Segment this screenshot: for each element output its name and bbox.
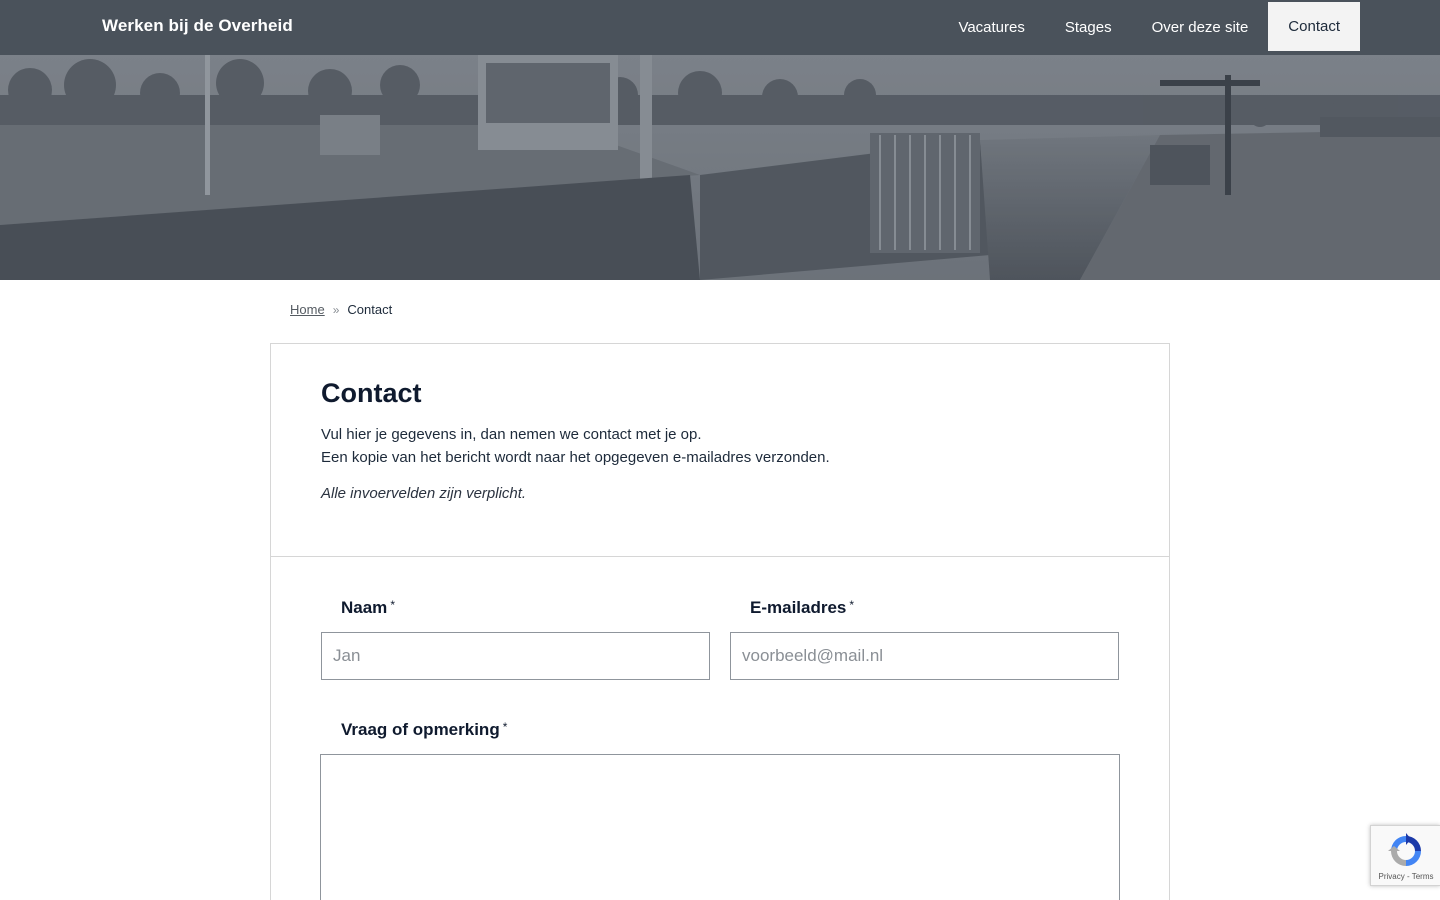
message-textarea[interactable] <box>320 754 1120 900</box>
recaptcha-separator: - <box>1404 872 1412 881</box>
contact-form: Naam* E-mailadres* Vraag of opmerking* <box>320 598 1121 900</box>
recaptcha-icon <box>1387 832 1425 875</box>
name-label-text: Naam <box>341 598 388 617</box>
name-label: Naam * <box>321 598 395 617</box>
intro-line-1: Vul hier je gegevens in, dan nemen we co… <box>321 426 702 443</box>
recaptcha-terms-link[interactable]: Terms <box>1412 872 1434 881</box>
form-row-name-email: Naam* E-mailadres* <box>321 598 1121 680</box>
breadcrumb-separator: » <box>332 302 340 317</box>
required-marker: * <box>502 720 508 734</box>
message-label-text: Vraag of opmerking <box>341 720 500 739</box>
email-input[interactable] <box>730 632 1119 680</box>
contact-card-header: Contact Vul hier je gegevens in, dan nem… <box>271 344 1169 557</box>
required-marker: * <box>390 598 395 612</box>
name-field-group: Naam * <box>321 598 710 680</box>
hero-canal-illustration <box>0 55 1440 280</box>
main-nav: Vacatures Stages Over deze site Contact <box>938 2 1360 55</box>
message-field-group: Vraag of opmerking * <box>320 720 1121 900</box>
email-label: E-mailadres * <box>730 598 854 617</box>
name-input[interactable] <box>321 632 710 680</box>
email-field-group: E-mailadres * <box>730 598 1119 680</box>
required-fields-note: Alle invoervelden zijn verplicht. <box>321 485 527 502</box>
recaptcha-privacy-link[interactable]: Privacy <box>1379 872 1405 881</box>
hero-image <box>0 55 1440 280</box>
intro-line-2: Een kopie van het bericht wordt naar het… <box>321 449 830 466</box>
message-label: Vraag of opmerking * <box>321 720 507 739</box>
page-title: Contact <box>321 378 422 408</box>
contact-card: Contact Vul hier je gegevens in, dan nem… <box>270 343 1170 900</box>
email-label-text: E-mailadres <box>750 598 847 617</box>
top-navigation-bar: Werken bij de Overheid Vacatures Stages … <box>0 0 1440 55</box>
recaptcha-badge[interactable]: Privacy - Terms <box>1370 825 1440 886</box>
site-brand[interactable]: Werken bij de Overheid <box>102 16 293 36</box>
nav-item-stages[interactable]: Stages <box>1045 2 1132 53</box>
nav-item-over-deze-site[interactable]: Over deze site <box>1132 2 1269 53</box>
nav-item-contact[interactable]: Contact <box>1268 2 1360 53</box>
required-marker: * <box>849 598 855 612</box>
breadcrumb: Home » Contact <box>290 302 392 317</box>
breadcrumb-current: Contact <box>347 302 393 317</box>
nav-item-vacatures[interactable]: Vacatures <box>938 2 1044 53</box>
breadcrumb-home-link[interactable]: Home <box>290 302 325 317</box>
recaptcha-links: Privacy - Terms <box>1371 872 1440 881</box>
